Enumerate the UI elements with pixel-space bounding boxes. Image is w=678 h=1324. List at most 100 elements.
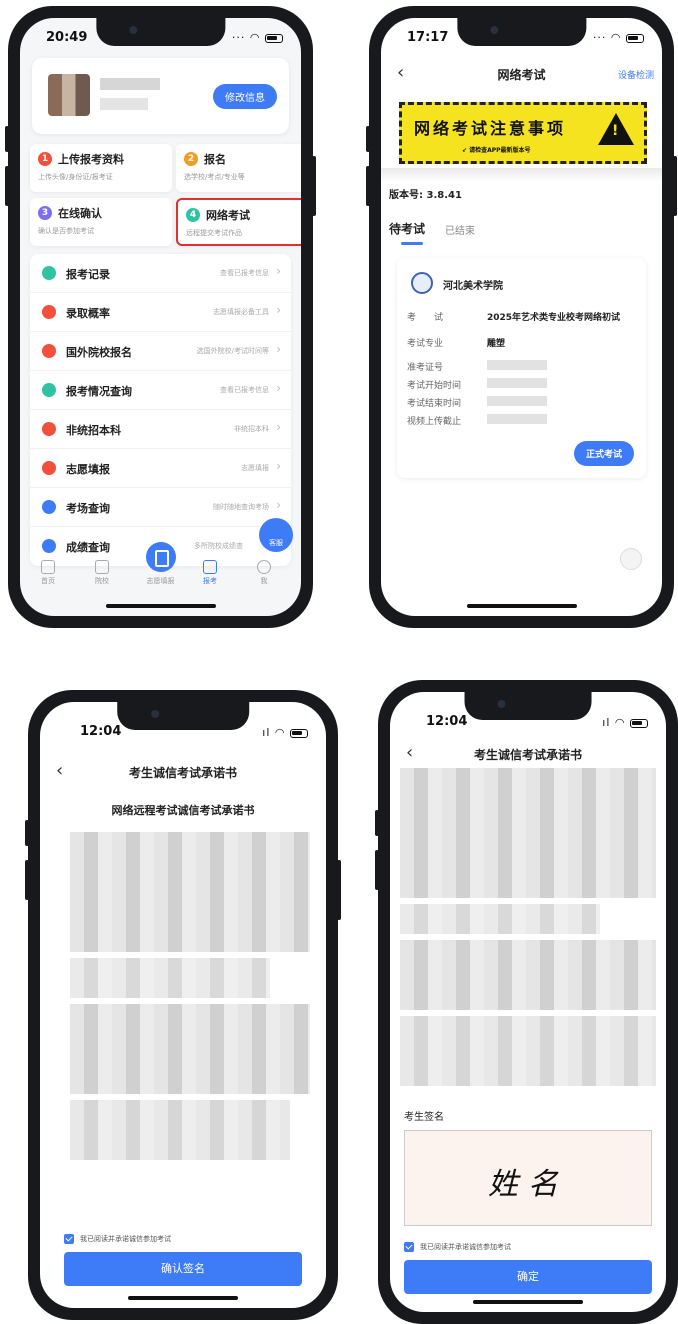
tab-pending[interactable]: 待考试 xyxy=(389,220,425,237)
field-end-time: 考试结束时间 xyxy=(407,396,547,409)
location-icon xyxy=(42,500,56,514)
tab-finished[interactable]: 已结束 xyxy=(445,222,475,237)
agree-checkbox[interactable]: 我已阅读并承诺诚信参加考试 xyxy=(64,1234,171,1244)
step-number: 4 xyxy=(186,208,200,222)
volume-up-button xyxy=(375,810,379,836)
document-text-blurred xyxy=(400,768,656,898)
start-exam-button[interactable]: 正式考试 xyxy=(573,441,634,466)
status-time: 12:04 xyxy=(80,724,122,739)
help-icon[interactable] xyxy=(620,548,642,570)
document-text-blurred xyxy=(70,958,270,998)
confirm-button[interactable]: 确定 xyxy=(404,1260,652,1294)
banner-title: 网络考试注意事项 xyxy=(414,119,567,138)
step-register[interactable]: 2 报名 选学校/考点/专业等 xyxy=(176,144,301,192)
document-text-blurred xyxy=(400,904,600,934)
step-sub: 确认是否参加考试 xyxy=(38,227,94,235)
battery-icon xyxy=(265,33,283,43)
status-time: 17:17 xyxy=(407,30,449,45)
tab-bar: 首页 院校 志愿填报 报考 我 xyxy=(20,542,301,596)
notch xyxy=(95,18,226,46)
book-icon xyxy=(42,422,56,436)
menu-item-records[interactable]: 报考记录 查看已报考信息 › xyxy=(30,254,291,293)
menu-label: 报考记录 xyxy=(66,268,110,281)
tab-label: 院校 xyxy=(95,577,109,585)
menu-item-non-unified[interactable]: 非统招本科 非统招本科 › xyxy=(30,410,291,449)
home-indicator xyxy=(128,1296,238,1300)
device-check-link[interactable]: 设备检测 xyxy=(618,68,654,81)
step-number: 2 xyxy=(184,152,198,166)
home-indicator xyxy=(105,604,216,608)
banner-subtitle: ↙ 请检查APP最新版本号 xyxy=(462,147,531,154)
chevron-right-icon: › xyxy=(276,420,281,434)
step-confirm[interactable]: 3 在线确认 确认是否参加考试 xyxy=(30,198,172,246)
menu-item-status-query[interactable]: 报考情况查询 查看已报考信息 › xyxy=(30,371,291,410)
screen: 17:17 ··· ◠ ‹ 网络考试 设备检测 网络考试注意事项 ↙ 请检查AP… xyxy=(381,18,662,616)
tab-home[interactable]: 首页 xyxy=(28,560,68,586)
step-sub: 上传头像/身份证/报考证 xyxy=(38,173,113,181)
volume-down-button xyxy=(366,166,370,206)
field-key: 准考证号 xyxy=(407,363,444,373)
menu-label: 非统招本科 xyxy=(66,424,121,437)
home-icon xyxy=(41,560,55,574)
tab-preference-center[interactable] xyxy=(145,542,176,572)
power-button xyxy=(337,860,341,920)
tab-underline xyxy=(401,242,423,245)
tab-apply[interactable]: 报考 xyxy=(190,560,230,586)
menu-label: 录取概率 xyxy=(66,307,110,320)
menu-item-admission-rate[interactable]: 录取概率 志愿填报必备工具 › xyxy=(30,293,291,332)
profile-card: 修改信息 xyxy=(32,58,289,134)
edit-info-button[interactable]: 修改信息 xyxy=(213,84,277,109)
exam-card: 河北美术学院 考 试 2025年艺术类专业校考网络初试 考试专业 雕塑 准考证号 考… xyxy=(397,258,646,478)
menu-label: 报考情况查询 xyxy=(66,385,132,398)
menu-hint: 非统招本科 xyxy=(234,425,269,433)
step-number: 1 xyxy=(38,152,52,166)
step-upload[interactable]: 1 上传报考资料 上传头像/身份证/报考证 xyxy=(30,144,172,192)
chevron-right-icon: › xyxy=(276,459,281,473)
home-indicator xyxy=(466,604,577,608)
agree-checkbox[interactable]: 我已阅读并承诺诚信参加考试 xyxy=(404,1242,511,1252)
status-icons: ··· ◠ xyxy=(232,31,283,44)
page-title: 考生诚信考试承诺书 xyxy=(128,766,237,780)
tab-me[interactable]: 我 xyxy=(244,560,284,586)
notice-banner[interactable]: 网络考试注意事项 ↙ 请检查APP最新版本号 xyxy=(399,102,647,164)
chart-icon xyxy=(42,305,56,319)
screen: 12:04 ıl ◠ ‹ 考生诚信考试承诺书 网络远程考试诚信考试承诺书 我已阅… xyxy=(40,702,326,1308)
step-title: 上传报考资料 xyxy=(58,153,124,166)
screen: 12:04 ıl ◠ ‹ 考生诚信考试承诺书 考生签名 姓名 我已阅读并承诺诚信… xyxy=(390,692,666,1312)
step-online-exam[interactable]: 4 网络考试 远程提交考试作品 xyxy=(176,198,301,246)
field-exam: 考 试 2025年艺术类专业校考网络初试 xyxy=(407,310,620,323)
user-name-blurred xyxy=(100,78,160,90)
volume-up-button xyxy=(5,126,9,152)
step-title: 网络考试 xyxy=(206,209,250,222)
status-time: 20:49 xyxy=(46,30,88,45)
menu-item-exam-room[interactable]: 考场查询 随时随地查询考场 › xyxy=(30,488,291,527)
menu-hint: 查看已报考信息 xyxy=(220,386,269,394)
document-text-blurred xyxy=(70,832,310,952)
tab-label: 首页 xyxy=(41,577,55,585)
field-key: 考试专业 xyxy=(407,339,444,349)
phone-online-exam: 17:17 ··· ◠ ‹ 网络考试 设备检测 网络考试注意事项 ↙ 请检查AP… xyxy=(366,6,677,628)
blurred-value xyxy=(487,360,547,370)
step-sub: 远程提交考试作品 xyxy=(186,229,242,237)
camera xyxy=(129,26,138,34)
document-text-blurred xyxy=(400,1016,656,1086)
menu-list: 报考记录 查看已报考信息 › 录取概率 志愿填报必备工具 › 国外院校报名 选国… xyxy=(30,254,291,566)
menu-label: 国外院校报名 xyxy=(66,346,132,359)
menu-item-foreign[interactable]: 国外院校报名 选国外院校/考试时间等 › xyxy=(30,332,291,371)
agree-label: 我已阅读并承诺诚信参加考试 xyxy=(80,1235,171,1243)
menu-hint: 选国外院校/考试时间等 xyxy=(196,347,269,355)
avatar[interactable] xyxy=(48,74,90,116)
tab-label: 报考 xyxy=(203,577,217,585)
menu-item-preference[interactable]: 志愿填报 志愿填报 › xyxy=(30,449,291,488)
tab-schools[interactable]: 院校 xyxy=(82,560,122,586)
page-title: 考生诚信考试承诺书 xyxy=(473,748,582,762)
blurred-value xyxy=(487,396,547,406)
volume-down-button xyxy=(5,166,9,206)
step-number: 3 xyxy=(38,206,52,220)
screen: 20:49 ··· ◠ 修改信息 1 上传报考资料 上传头像/身份证/报考证 2… xyxy=(20,18,301,616)
document-text-blurred xyxy=(400,940,656,1010)
confirm-signature-button[interactable]: 确认签名 xyxy=(64,1252,302,1286)
signature-pad[interactable]: 姓名 xyxy=(404,1130,652,1226)
battery-icon xyxy=(290,728,308,738)
banner-background xyxy=(381,168,662,182)
